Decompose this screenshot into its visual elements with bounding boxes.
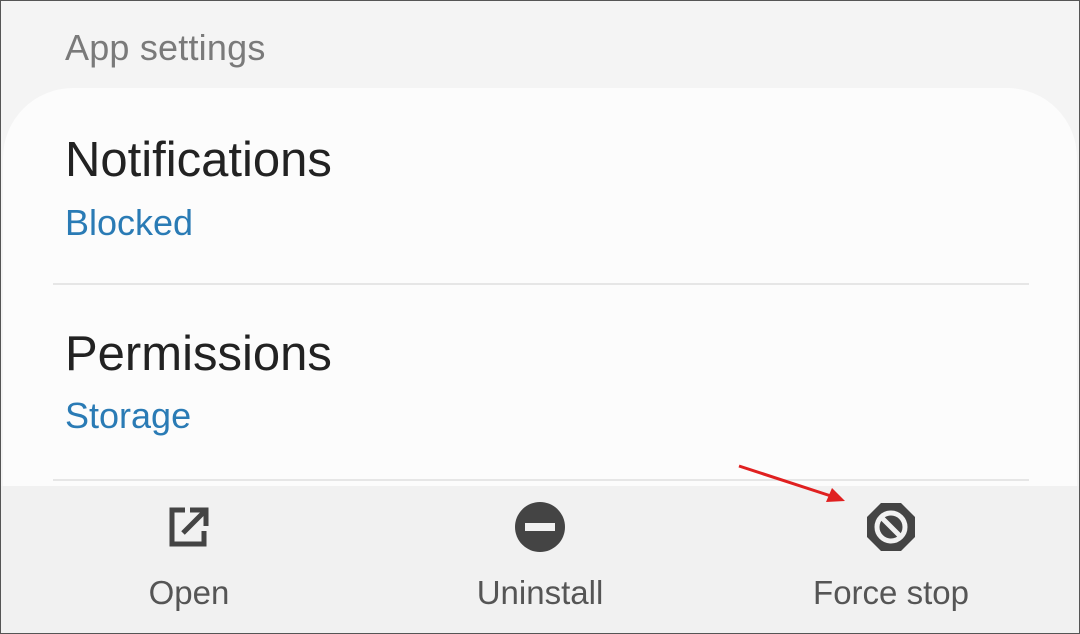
section-header: App settings	[65, 27, 266, 68]
minus-circle-icon	[515, 502, 565, 552]
open-button[interactable]: Open	[69, 486, 309, 633]
bottom-action-bar: Open Uninstall Force stop	[1, 486, 1079, 633]
permissions-setting[interactable]: Permissions Storage	[3, 284, 1077, 480]
notifications-setting[interactable]: Notifications Blocked	[3, 88, 1077, 284]
permissions-value: Storage	[65, 395, 192, 436]
settings-card: Notifications Blocked Permissions Storag…	[3, 88, 1077, 508]
force-stop-label: Force stop	[813, 574, 969, 611]
force-stop-button[interactable]: Force stop	[771, 486, 1011, 633]
uninstall-label: Uninstall	[476, 574, 604, 611]
divider	[53, 479, 1029, 481]
open-label: Open	[148, 574, 230, 611]
app-info-screen: App settings Notifications Blocked Permi…	[0, 0, 1080, 634]
uninstall-button[interactable]: Uninstall	[420, 486, 660, 633]
notifications-value: Blocked	[65, 202, 194, 243]
permissions-title: Permissions	[65, 327, 332, 381]
stop-octagon-icon	[867, 503, 915, 551]
notifications-title: Notifications	[65, 133, 332, 187]
open-external-icon	[169, 507, 209, 547]
